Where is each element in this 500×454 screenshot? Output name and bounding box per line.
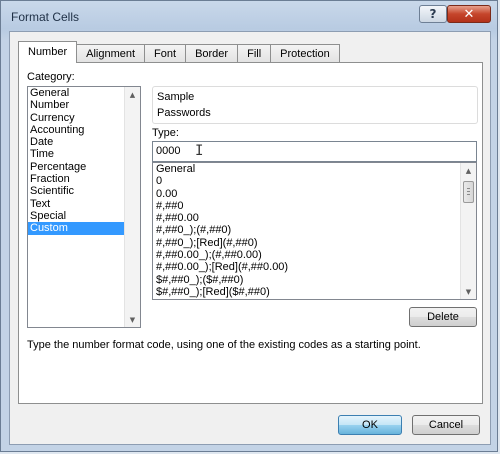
hint-text: Type the number format code, using one o… (27, 339, 421, 351)
help-button[interactable]: ? (419, 5, 447, 23)
tab-border[interactable]: Border (185, 44, 239, 63)
delete-button[interactable]: Delete (409, 307, 477, 327)
scroll-down-arrow-icon[interactable]: ▼ (461, 284, 476, 299)
ok-button[interactable]: OK (338, 415, 402, 435)
format-code-item[interactable]: General (153, 163, 476, 175)
sample-value: Passwords (157, 107, 211, 119)
tab-strip: Number Alignment Font Border Fill Protec… (18, 41, 340, 63)
scroll-thumb[interactable] (463, 181, 474, 203)
format-code-item[interactable]: #,##0.00 (153, 212, 476, 224)
tab-font[interactable]: Font (144, 44, 187, 63)
close-icon: ✕ (463, 6, 475, 22)
sample-group: Sample Passwords (152, 86, 478, 124)
format-code-item[interactable]: #,##0_);(#,##0) (153, 224, 476, 236)
cancel-button[interactable]: Cancel (412, 415, 480, 435)
number-tab-panel: Category: General Number Currency Accountin… (18, 62, 483, 404)
format-code-item[interactable]: 0 (153, 175, 476, 187)
format-cells-dialog: Format Cells ? ✕ Number Alignment Font B… (0, 0, 498, 452)
format-code-item[interactable]: #,##0.00_);[Red](#,##0.00) (153, 261, 476, 273)
type-label: Type: (152, 127, 179, 139)
scroll-down-arrow-icon[interactable]: ▼ (125, 312, 140, 327)
format-code-list[interactable]: General 0 0.00 #,##0 #,##0.00 #,##0_);(#,##0)… (152, 162, 477, 300)
scroll-up-arrow-icon[interactable]: ▲ (461, 163, 476, 178)
title-bar: Format Cells ? ✕ (1, 1, 497, 31)
scroll-up-arrow-icon[interactable]: ▲ (125, 87, 140, 102)
close-button[interactable]: ✕ (447, 5, 491, 23)
format-code-item[interactable]: $#,##0_);[Red]($#,##0) (153, 286, 476, 298)
format-code-item[interactable]: #,##0 (153, 200, 476, 212)
category-list[interactable]: General Number Currency Accounting Date Time P… (27, 86, 141, 328)
tab-alignment[interactable]: Alignment (76, 44, 146, 63)
category-scrollbar[interactable]: ▲ ▼ (124, 87, 140, 327)
tab-protection[interactable]: Protection (270, 44, 340, 63)
format-list-scrollbar[interactable]: ▲ ▼ (460, 163, 476, 299)
dialog-body: Number Alignment Font Border Fill Protec… (9, 31, 491, 445)
text-cursor-icon: I (195, 143, 204, 159)
tab-fill[interactable]: Fill (237, 44, 272, 63)
category-label: Category: (27, 71, 75, 83)
format-code-item[interactable]: $#,##0_);($#,##0) (153, 274, 476, 286)
format-code-item[interactable]: #,##0_);[Red](#,##0) (153, 237, 476, 249)
tab-number[interactable]: Number (18, 41, 78, 63)
format-code-item[interactable]: 0.00 (153, 188, 476, 200)
format-code-item[interactable]: #,##0.00_);(#,##0.00) (153, 249, 476, 261)
dialog-title: Format Cells (11, 10, 80, 24)
sample-label: Sample (157, 91, 195, 103)
